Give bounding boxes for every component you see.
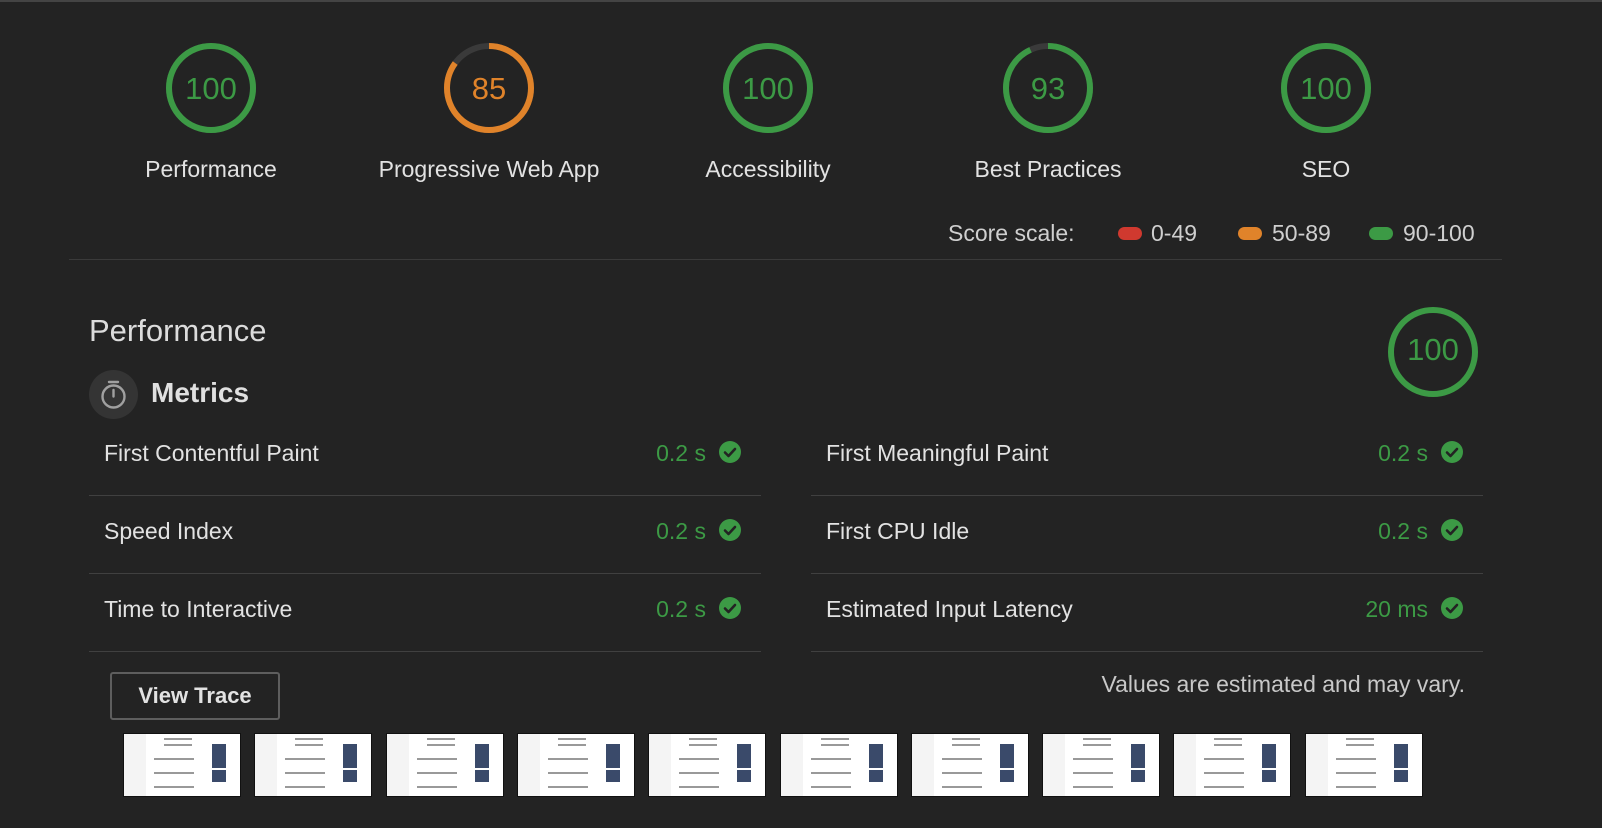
filmstrip — [123, 733, 1451, 797]
timer-icon — [89, 370, 138, 419]
score-scale-label: Score scale: — [948, 220, 1075, 246]
metric-first-meaningful-paint: First Meaningful Paint 0.2 s — [811, 418, 1483, 496]
filmstrip-frame — [254, 733, 373, 797]
metric-value: 0.2 s — [1378, 518, 1428, 544]
gauge-seo[interactable]: 100 SEO — [1196, 42, 1456, 183]
gauge-score: 85 — [471, 71, 507, 106]
metric-label: First CPU Idle — [826, 518, 970, 544]
gauge-score: 100 — [185, 71, 237, 106]
metric-first-contentful-paint: First Contentful Paint 0.2 s — [89, 418, 761, 496]
average-swatch — [1238, 227, 1262, 240]
metric-speed-index: Speed Index 0.2 s — [89, 496, 761, 574]
fail-range: 0-49 — [1151, 220, 1198, 246]
metric-label: Estimated Input Latency — [826, 596, 1073, 622]
metric-first-cpu-idle: First CPU Idle 0.2 s — [811, 496, 1483, 574]
filmstrip-frame — [1304, 733, 1423, 797]
gauge-label: Best Practices — [974, 156, 1122, 182]
metric-value: 0.2 s — [656, 518, 706, 544]
filmstrip-frame — [1173, 733, 1292, 797]
gauge-accessibility[interactable]: 100 Accessibility — [638, 42, 898, 183]
gauge-score: 93 — [1030, 71, 1066, 106]
metric-time-to-interactive: Time to Interactive 0.2 s — [89, 574, 761, 652]
check-circle-icon — [719, 441, 741, 463]
check-circle-icon — [1441, 441, 1463, 463]
gauge-label: Progressive Web App — [378, 156, 600, 182]
metric-label: First Meaningful Paint — [826, 440, 1049, 466]
gauge-label: Performance — [145, 156, 277, 182]
metric-label: Time to Interactive — [104, 596, 293, 622]
metric-label: Speed Index — [104, 518, 234, 544]
check-circle-icon — [1441, 597, 1463, 619]
estimate-note: Values are estimated and may vary. — [1101, 671, 1466, 697]
metric-value: 20 ms — [1365, 596, 1428, 622]
filmstrip-frame — [1042, 733, 1161, 797]
gauge-pwa[interactable]: 85 Progressive Web App — [359, 42, 619, 183]
filmstrip-frame — [516, 733, 635, 797]
metric-label: First Contentful Paint — [104, 440, 319, 466]
filmstrip-frame — [779, 733, 898, 797]
metric-estimated-input-latency: Estimated Input Latency 20 ms — [811, 574, 1483, 652]
gauge-score: 100 — [742, 71, 794, 106]
category-gauges: 100 Performance 85 Progressive Web App 1… — [0, 0, 1602, 200]
section-divider — [69, 259, 1502, 260]
gauge-label: SEO — [1301, 156, 1351, 182]
filmstrip-frame — [385, 733, 504, 797]
metric-value: 0.2 s — [1378, 440, 1428, 466]
average-range: 50-89 — [1272, 220, 1331, 246]
pass-swatch — [1369, 227, 1393, 240]
gauge-best-practices[interactable]: 93 Best Practices — [918, 42, 1178, 183]
section-title: Performance — [89, 313, 267, 348]
pass-range: 90-100 — [1403, 220, 1475, 246]
check-circle-icon — [1441, 519, 1463, 541]
gauge-performance[interactable]: 100 Performance — [81, 42, 341, 183]
gauge-score: 100 — [1407, 332, 1459, 367]
fail-swatch — [1118, 227, 1142, 240]
check-circle-icon — [719, 597, 741, 619]
filmstrip-frame — [123, 733, 241, 797]
performance-score-gauge: 100 — [1387, 306, 1479, 398]
score-scale-legend: Score scale: 0-49 50-89 90-100 — [948, 218, 1483, 248]
view-trace-button[interactable]: View Trace — [110, 672, 280, 720]
filmstrip-frame — [910, 733, 1029, 797]
filmstrip-frame — [648, 733, 767, 797]
check-circle-icon — [719, 519, 741, 541]
gauge-label: Accessibility — [705, 156, 831, 182]
metrics-title: Metrics — [151, 377, 250, 408]
metric-value: 0.2 s — [656, 440, 706, 466]
metric-value: 0.2 s — [656, 596, 706, 622]
gauge-score: 100 — [1300, 71, 1352, 106]
